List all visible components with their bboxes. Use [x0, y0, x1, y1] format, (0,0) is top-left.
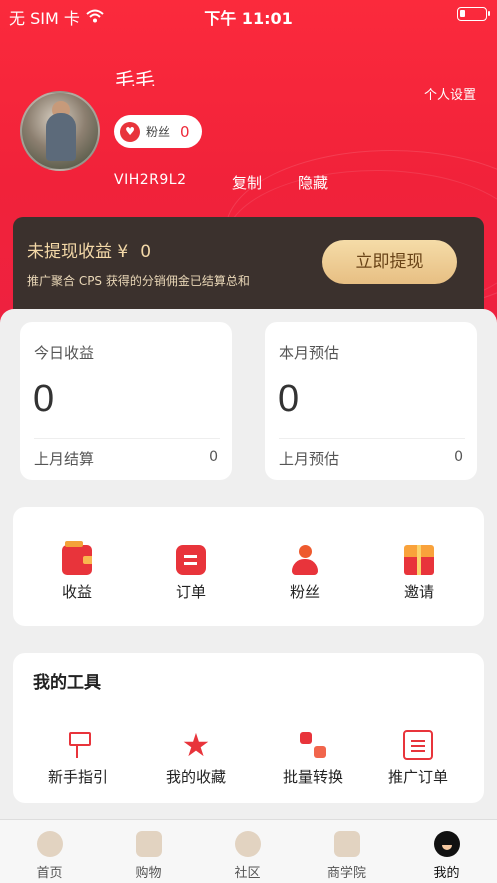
battery-icon: [457, 7, 490, 21]
tab-label: 购物: [135, 866, 162, 881]
unwithdrawn-earnings-card: 未提现收益 ¥0 推广聚合 CPS 获得的分销佣金已结算总和 立即提现: [13, 217, 484, 312]
profile-face-icon: [433, 831, 460, 857]
gift-icon: [404, 545, 434, 575]
convert-icon: [298, 730, 328, 760]
quick-action-orders[interactable]: 订单: [141, 545, 241, 602]
tool-my-favorites[interactable]: ★ 我的收藏: [146, 726, 246, 787]
stat-value: 0: [33, 378, 55, 420]
avatar[interactable]: [20, 91, 100, 171]
withdraw-button[interactable]: 立即提现: [322, 240, 457, 284]
star-icon: ★: [181, 726, 211, 764]
quick-action-label: 邀请: [403, 583, 434, 601]
earnings-amount: 0: [140, 242, 152, 262]
stat-footer-value: 0: [454, 449, 463, 465]
my-tools-card: 我的工具 新手指引 ★ 我的收藏 批量转换 推广订单: [13, 653, 484, 803]
tab-label: 我的: [433, 866, 460, 881]
currency-symbol: ¥: [117, 242, 129, 262]
tab-mine[interactable]: 我的: [397, 820, 496, 883]
quick-action-fans[interactable]: 粉丝: [255, 545, 355, 602]
tool-label: 推广订单: [387, 768, 448, 786]
tool-batch-convert[interactable]: 批量转换: [263, 730, 363, 787]
stat-footer-label: 上月结算: [34, 450, 95, 468]
quick-actions-card: 收益 订单 粉丝 邀请: [13, 507, 484, 626]
status-bar: 无 SIM 卡 下午 11:01: [0, 0, 497, 30]
fans-icon: [290, 545, 320, 575]
tool-label: 批量转换: [282, 768, 343, 786]
status-time: 下午 11:01: [204, 9, 293, 28]
settings-link[interactable]: 个人设置: [424, 84, 476, 103]
tool-label: 我的收藏: [165, 768, 226, 786]
order-icon: [176, 545, 206, 575]
stat-footer-value: 0: [209, 449, 218, 465]
tab-label: 首页: [36, 866, 63, 881]
book-icon: [333, 831, 360, 857]
copy-button[interactable]: 复制: [232, 172, 262, 193]
tab-bar: 首页 购物 社区 商学院 我的: [0, 819, 497, 883]
stat-value: 0: [278, 378, 300, 420]
quick-action-earnings[interactable]: 收益: [27, 541, 127, 602]
tab-label: 社区: [234, 866, 261, 881]
quick-action-label: 粉丝: [289, 583, 320, 601]
divider: [279, 438, 465, 439]
fans-badge[interactable]: ♥ 粉丝 0: [114, 115, 202, 148]
signpost-icon: [63, 730, 93, 760]
stat-footer-label: 上月预估: [279, 450, 340, 468]
invite-code: VIH2R9L2: [114, 172, 187, 188]
tool-beginner-guide[interactable]: 新手指引: [28, 730, 128, 787]
document-icon: [403, 730, 433, 760]
today-earnings-card[interactable]: 今日收益 0 上月结算 0: [20, 322, 232, 480]
quick-action-label: 收益: [61, 583, 92, 601]
quick-action-label: 订单: [175, 583, 206, 601]
tab-community[interactable]: 社区: [198, 820, 297, 883]
home-icon: [36, 831, 63, 857]
heart-icon: ♥: [120, 121, 140, 142]
nickname: 毛毛毛: [115, 70, 155, 86]
divider: [34, 438, 220, 439]
wallet-icon: [62, 541, 92, 575]
earnings-description: 推广聚合 CPS 获得的分销佣金已结算总和: [27, 274, 250, 288]
earnings-title: 未提现收益 ¥0: [27, 242, 152, 262]
tools-title: 我的工具: [33, 673, 101, 693]
fans-label: 粉丝: [146, 125, 171, 139]
tool-label: 新手指引: [47, 768, 108, 786]
planet-icon: [234, 831, 261, 857]
tab-shopping[interactable]: 购物: [99, 820, 198, 883]
hide-button[interactable]: 隐藏: [298, 172, 328, 193]
shopping-bag-icon: [135, 831, 162, 857]
stat-title: 今日收益: [34, 344, 95, 362]
stat-title: 本月预估: [279, 344, 340, 362]
quick-action-invite[interactable]: 邀请: [369, 545, 469, 602]
tool-promo-orders[interactable]: 推广订单: [368, 730, 468, 787]
tab-home[interactable]: 首页: [0, 820, 99, 883]
fans-count: 0: [180, 122, 190, 141]
tab-business-school[interactable]: 商学院: [297, 820, 396, 883]
tab-label: 商学院: [326, 866, 366, 881]
month-estimate-card[interactable]: 本月预估 0 上月预估 0: [265, 322, 477, 480]
